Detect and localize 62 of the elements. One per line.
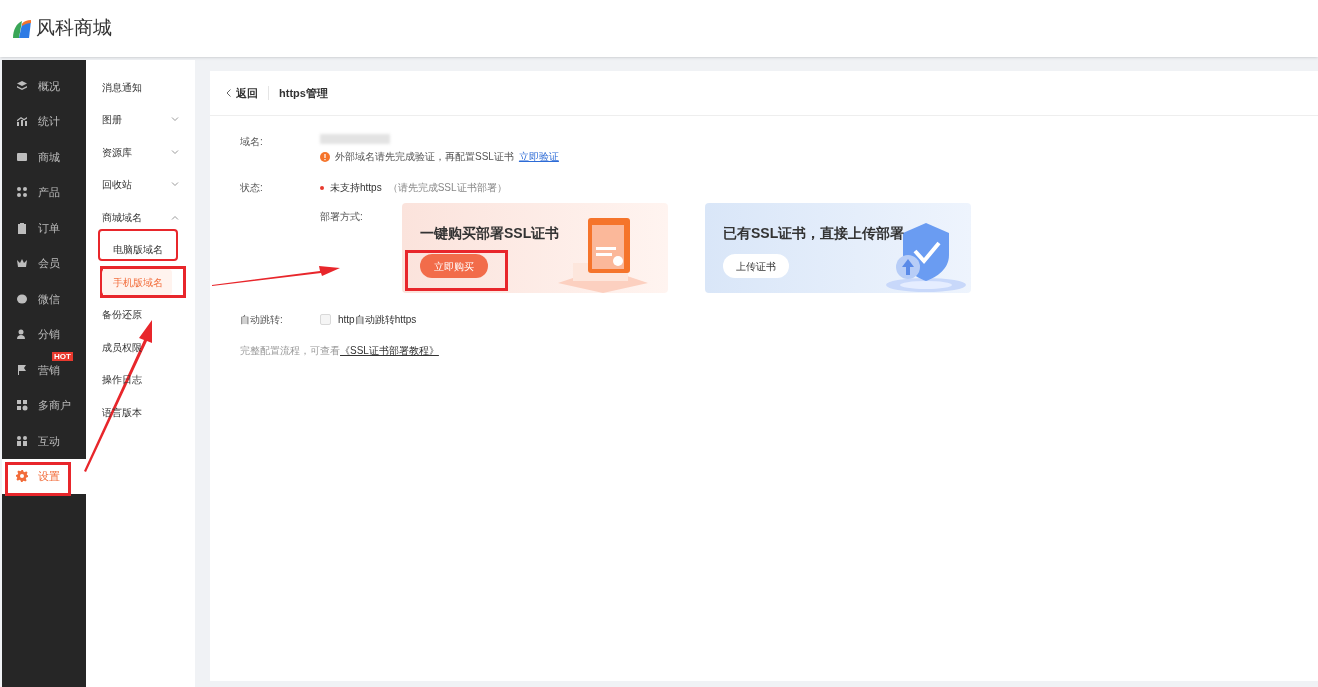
settings-icon [16, 470, 28, 483]
sidebar-item[interactable]: 统计 [2, 103, 86, 139]
logo-icon [10, 17, 32, 40]
submenu-item[interactable]: 商城域名 [86, 201, 195, 234]
sidebar-item[interactable]: 产品 [2, 174, 86, 210]
people-icon [16, 434, 28, 447]
chevron-down-icon [171, 149, 179, 155]
submenu-item[interactable]: 回收站 [86, 168, 195, 201]
sidebar-item[interactable]: 分销 [2, 316, 86, 352]
checkbox-label: http自动跳转https [338, 313, 417, 327]
card-title: 一键购买部署SSL证书 [420, 224, 561, 243]
sidebar-item[interactable]: 互动 [2, 423, 86, 459]
chat-icon [16, 292, 28, 305]
shop-icon [16, 399, 28, 412]
field-label: 部署方式: [320, 210, 364, 224]
blurred-domain [320, 134, 390, 144]
back-button[interactable]: 返回 [226, 84, 258, 102]
sidebar-item[interactable]: 概况 [2, 68, 86, 104]
sidebar-item[interactable]: 订单 [2, 210, 86, 246]
grid-icon [16, 186, 28, 199]
sidebar-item[interactable]: 多商户 [2, 387, 86, 423]
verify-link[interactable]: 立即验证 [518, 149, 559, 164]
brand-name: 风科商城 [36, 16, 112, 41]
warning-icon [320, 151, 330, 162]
sidebar-item[interactable]: 会员 [2, 245, 86, 281]
clipboard-icon [16, 221, 28, 234]
submenu-item[interactable]: 消息通知 [86, 71, 195, 104]
chevron-down-icon [171, 117, 179, 123]
deploy-card[interactable]: 已有SSL证书，直接上传部署 上传证书 [705, 203, 971, 293]
submenu-item[interactable]: 电脑版域名 [102, 236, 172, 263]
flag-icon [16, 363, 28, 376]
submenu-item[interactable]: 资源库 [86, 136, 195, 169]
submenu-item[interactable]: 图册 [86, 103, 195, 136]
tutorial-text: 完整配置流程，可查看 [240, 344, 340, 358]
status-dot-icon [320, 185, 324, 190]
sidebar-item[interactable]: 商城 [2, 139, 86, 175]
chart-icon [16, 115, 28, 128]
highlight-frame [5, 462, 71, 496]
field-label: 自动跳转: [240, 313, 284, 327]
tutorial-link[interactable]: 《SSL证书部署教程》 [340, 343, 439, 358]
field-label: 状态: [240, 181, 264, 195]
status-hint: （请先完成SSL证书部署） [387, 181, 507, 195]
submenu-item[interactable]: 备份还原 [86, 298, 195, 331]
deploy-card[interactable]: 一键购买部署SSL证书 立即购买 [402, 203, 668, 293]
chevron-left-icon [226, 89, 231, 97]
card-title: 已有SSL证书，直接上传部署 [723, 224, 906, 243]
sidebar-item[interactable]: 微信 [2, 281, 86, 317]
hot-badge: HOT [52, 352, 73, 361]
envelope-icon [16, 150, 28, 163]
user-icon [16, 328, 28, 341]
status-text: 未支持https [330, 181, 382, 195]
layers-icon [16, 79, 28, 92]
checkbox[interactable] [320, 314, 331, 325]
submenu-item[interactable]: 成员权限 [86, 331, 195, 364]
page-title: https管理 [279, 85, 328, 101]
field-label: 域名: [240, 135, 264, 149]
upload-button[interactable]: 上传证书 [723, 254, 789, 278]
sidebar-item[interactable]: HOT 营销 [2, 352, 86, 388]
chevron-down-icon [171, 182, 179, 188]
crown-icon [16, 257, 28, 270]
warning-text: 外部域名请先完成验证，再配置SSL证书 [335, 150, 514, 164]
chevron-up-icon [171, 214, 179, 220]
